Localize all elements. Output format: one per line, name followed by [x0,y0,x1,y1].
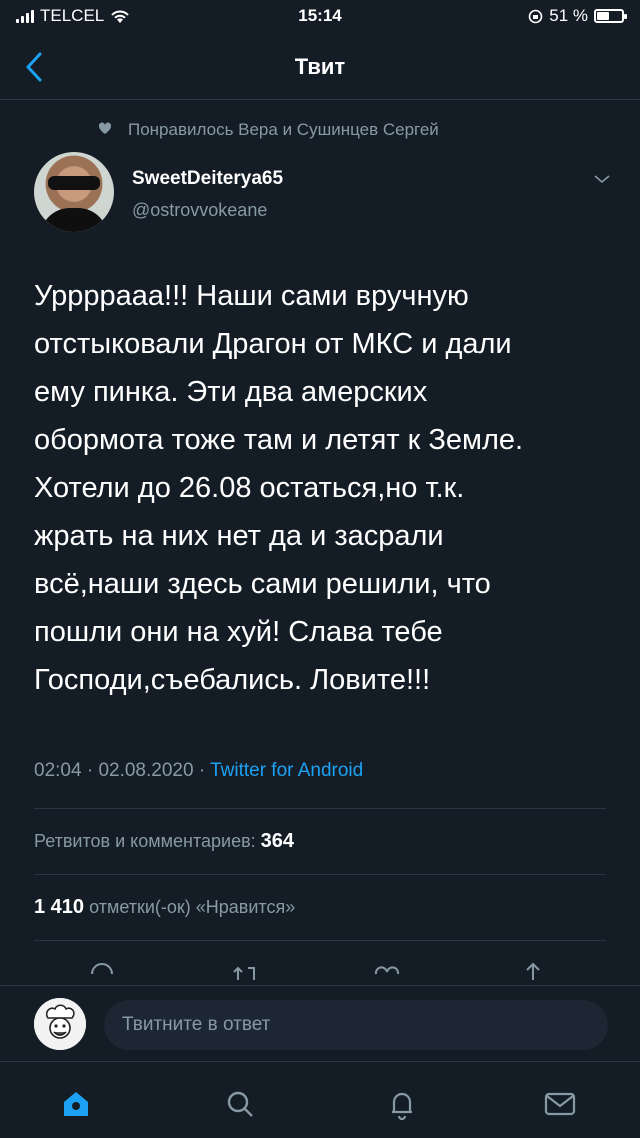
tab-home[interactable] [56,1084,96,1124]
likes-label: отметки(-ок) «Нравится» [89,897,296,917]
tweet-source[interactable]: Twitter for Android [210,760,363,781]
tweet-menu-button[interactable] [592,172,612,190]
status-right: 51 % [528,6,627,26]
tweet-text: Урррраaa!!! Наши сами вручную отстыковал… [34,280,524,696]
likes-stat[interactable]: 1 410 отметки(-ок) «Нравится» [34,896,295,919]
tweet-date: 02.08.2020 [98,760,194,781]
liked-by-text: Понравилось Вера и Сушинцев Сергей [128,120,439,139]
tweet-actions [0,956,640,986]
reply-icon[interactable] [88,960,116,986]
chef-avatar-icon [34,998,86,1050]
tab-search[interactable] [220,1084,260,1124]
current-user-avatar[interactable] [34,998,86,1050]
tab-bar [0,1061,640,1138]
orientation-lock-icon [528,9,543,23]
heart-icon [98,122,112,134]
status-bar: TELCEL 15:14 51 % [0,0,640,34]
divider [34,874,606,875]
divider [34,940,606,941]
battery-icon [594,9,627,23]
home-icon [64,1092,88,1116]
divider [34,808,606,809]
bell-icon [392,1092,412,1121]
chevron-down-icon [594,175,610,184]
retweets-count: 364 [260,830,295,852]
author-avatar[interactable] [34,152,114,232]
meta-separator: · [198,760,211,781]
liked-by-line[interactable]: Понравилось Вера и Сушинцев Сергей [98,120,439,140]
like-icon[interactable] [372,960,402,986]
author-handle[interactable]: @ostrovvokeane [132,200,267,221]
tab-messages[interactable] [540,1084,580,1124]
retweets-stat[interactable]: Ретвитов и комментариев: 364 [34,830,294,853]
mail-icon [544,1092,576,1116]
retweets-label: Ретвитов и комментариев: [34,831,256,851]
reply-bar: Твитните в ответ [0,985,640,1061]
avatar-glasses [48,176,100,190]
meta-separator: · [86,760,99,781]
page-title: Твит [294,54,346,79]
tweet-meta: 02:04 · 02.08.2020 · Twitter for Android [34,760,363,782]
likes-count: 1 410 [34,896,85,918]
tab-notifications[interactable] [382,1084,422,1124]
avatar-shirt [40,208,108,232]
share-icon[interactable] [518,960,548,986]
battery-percent: 51 % [549,6,588,25]
nav-bar: Твит [0,34,640,100]
tweet-time: 02:04 [34,760,82,781]
retweet-icon[interactable] [230,960,260,986]
search-icon [227,1091,253,1117]
reply-input[interactable]: Твитните в ответ [104,1000,608,1050]
author-name[interactable]: SweetDeiterya65 [132,168,283,190]
